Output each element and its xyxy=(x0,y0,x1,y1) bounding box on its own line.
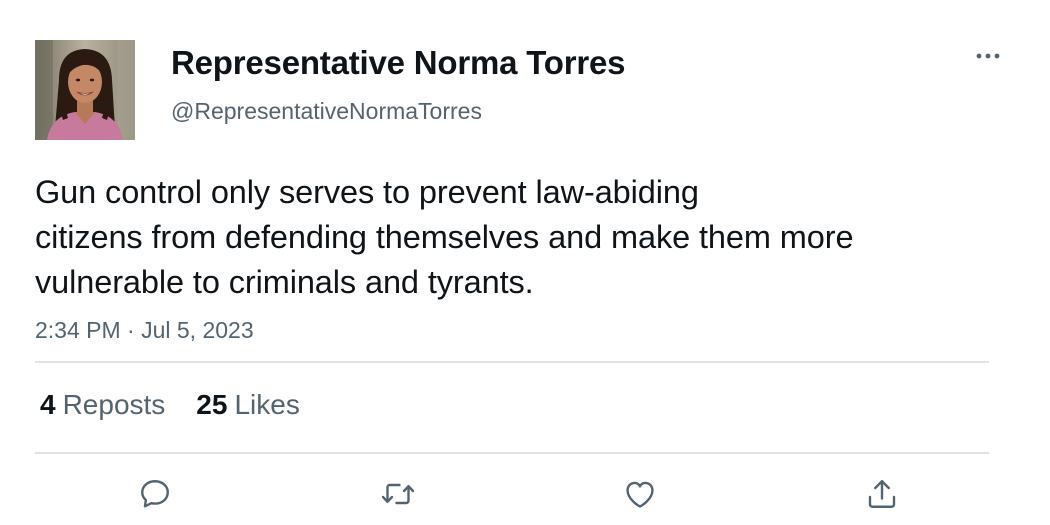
heart-icon xyxy=(626,481,654,508)
speech-bubble-icon xyxy=(141,480,169,508)
author-handle[interactable]: @RepresentativeNormaTorres xyxy=(171,97,482,125)
share-upload-icon xyxy=(868,480,896,508)
tweet-card: Representative Norma Torres @Representat… xyxy=(0,0,1050,525)
profile-photo-icon xyxy=(35,40,135,140)
reposts-stat[interactable]: 4 Reposts xyxy=(40,388,165,422)
share-button[interactable] xyxy=(862,474,902,514)
likes-count: 25 xyxy=(196,389,228,420)
likes-label: Likes xyxy=(234,389,300,420)
divider xyxy=(35,361,989,363)
reply-button[interactable] xyxy=(135,474,175,514)
repost-button[interactable] xyxy=(378,474,418,514)
divider xyxy=(35,452,989,454)
tweet-text: Gun control only serves to prevent law-a… xyxy=(35,174,854,300)
engagement-stats: 4 Reposts 25 Likes xyxy=(40,388,300,422)
like-button[interactable] xyxy=(620,474,660,514)
more-options-button[interactable] xyxy=(970,42,1006,70)
reposts-count: 4 xyxy=(40,389,56,420)
author-display-name[interactable]: Representative Norma Torres xyxy=(171,43,626,83)
avatar[interactable] xyxy=(35,40,135,140)
likes-stat[interactable]: 25 Likes xyxy=(196,388,300,422)
more-horizontal-icon xyxy=(976,53,1000,59)
tweet-timestamp[interactable]: 2:34 PM · Jul 5, 2023 xyxy=(35,316,254,344)
reposts-label: Reposts xyxy=(62,389,166,420)
repost-arrows-icon xyxy=(381,483,415,505)
